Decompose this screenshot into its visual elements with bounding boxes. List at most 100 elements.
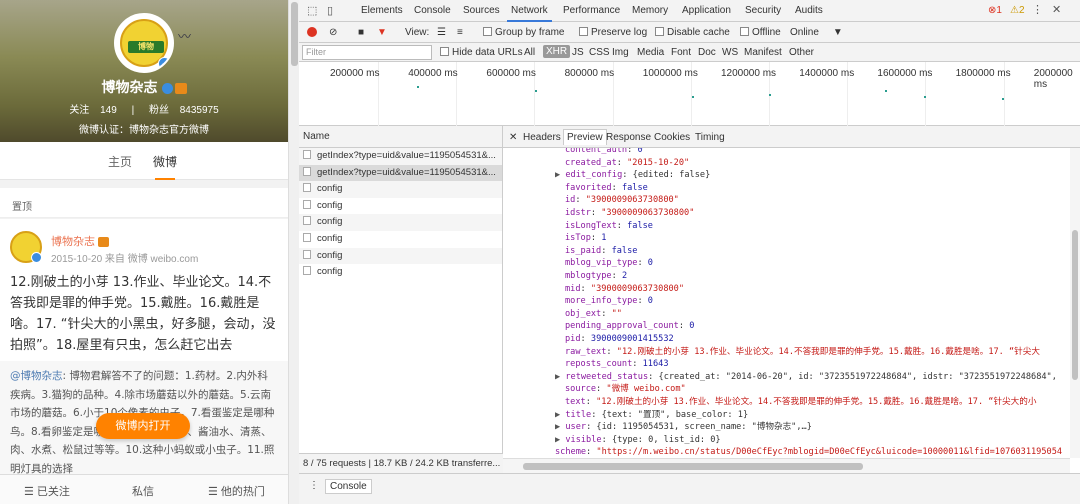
profile-avatar[interactable]: 博物 ✓ <box>114 13 174 73</box>
json-line[interactable]: obj_ext: "" <box>565 308 622 321</box>
tab-home[interactable]: 主页 <box>108 153 132 170</box>
clear-icon[interactable]: ⊘ <box>329 27 337 38</box>
json-line[interactable]: ▶ edit_config: {edited: false} <box>555 169 710 182</box>
tab-security[interactable]: Security <box>745 5 781 16</box>
filter-manifest[interactable]: Manifest <box>744 47 782 58</box>
json-line[interactable]: id: "3900009063730800" <box>565 194 679 207</box>
json-line[interactable]: scheme: "https://m.weibo.cn/status/D00eC… <box>555 446 1062 458</box>
json-line[interactable]: pid: 3900009001415532 <box>565 333 674 346</box>
filter-input[interactable]: Filter <box>302 45 432 60</box>
filter-img[interactable]: Img <box>612 47 629 58</box>
device-toolbar-icon[interactable]: ▯ <box>327 4 333 17</box>
more-options-icon[interactable]: ⋮ <box>1032 3 1043 16</box>
open-in-app-button[interactable]: 微博内打开 <box>96 413 190 439</box>
filter-other[interactable]: Other <box>789 47 814 58</box>
message-button[interactable]: 私信 <box>132 483 154 499</box>
expand-triangle-icon[interactable]: ▶ <box>555 372 565 382</box>
json-line[interactable]: more_info_type: 0 <box>565 295 653 308</box>
expand-triangle-icon[interactable]: ▶ <box>555 435 565 445</box>
preview-scrollbar[interactable] <box>1070 148 1080 458</box>
filter-xhr[interactable]: XHR <box>543 45 571 58</box>
tab-application[interactable]: Application <box>682 5 731 16</box>
throttling-select[interactable]: Online ▼ <box>790 27 843 38</box>
hot-button[interactable]: ☰ 他的热门 <box>208 483 265 499</box>
expand-triangle-icon[interactable]: ▶ <box>555 410 565 420</box>
tab-console[interactable]: Console <box>414 5 451 16</box>
post-avatar[interactable] <box>10 231 42 263</box>
tab-response[interactable]: Response <box>606 132 651 143</box>
json-line[interactable]: ▶ retweeted_status: {created_at: "2014-0… <box>555 371 1057 384</box>
close-detail-icon[interactable]: ✕ <box>509 132 517 143</box>
record-icon[interactable] <box>307 27 317 37</box>
filter-all[interactable]: All <box>524 47 535 58</box>
tab-preview[interactable]: Preview <box>563 129 607 145</box>
request-row[interactable]: config <box>299 231 502 248</box>
json-line[interactable]: ▶ user: {id: 1195054531, screen_name: "博… <box>555 421 812 434</box>
json-line[interactable]: pending_approval_count: 0 <box>565 320 694 333</box>
drawer-tab-console[interactable]: Console <box>325 479 372 494</box>
filter-js[interactable]: JS <box>572 47 584 58</box>
tab-audits[interactable]: Audits <box>795 5 823 16</box>
list-view-icon[interactable]: ☰ <box>437 27 446 38</box>
json-line[interactable]: raw_text: "12.刚破土的小芽 13.作业、毕业论文。14.不答我即是… <box>565 346 1040 359</box>
inspect-element-icon[interactable]: ⬚ <box>307 4 317 17</box>
scrollbar-thumb[interactable] <box>523 463 863 470</box>
scrollbar-thumb[interactable] <box>291 2 298 66</box>
json-line[interactable]: ▶ title: {text: "置顶", base_color: 1} <box>555 409 748 422</box>
filter-media[interactable]: Media <box>637 47 664 58</box>
page-scrollbar[interactable] <box>288 0 299 504</box>
json-line[interactable]: isTop: 1 <box>565 232 606 245</box>
request-row[interactable]: config <box>299 181 502 198</box>
pinned-post[interactable]: 博物杂志 2015-10-20 来自 微博 weibo.com 12.刚破土的小… <box>0 219 288 504</box>
json-line[interactable]: created_at: "2015-10-20" <box>565 157 689 170</box>
post-author-name[interactable]: 博物杂志 <box>51 236 95 248</box>
scrollbar-thumb[interactable] <box>1072 230 1078 380</box>
tab-elements[interactable]: Elements <box>361 5 403 16</box>
expand-triangle-icon[interactable]: ▶ <box>555 422 565 432</box>
following-count[interactable]: 149 <box>100 105 117 116</box>
tab-cookies[interactable]: Cookies <box>654 132 690 143</box>
tab-sources[interactable]: Sources <box>463 5 500 16</box>
hide-data-urls-checkbox[interactable]: Hide data URLs <box>440 47 523 58</box>
request-row[interactable]: getIndex?type=uid&value=1195054531&... <box>299 164 502 182</box>
request-row[interactable]: config <box>299 247 502 265</box>
filter-ws[interactable]: WS <box>722 47 738 58</box>
preserve-log-checkbox[interactable]: Preserve log <box>579 27 647 38</box>
json-line[interactable]: mblogtype: 2 <box>565 270 627 283</box>
request-row[interactable]: getIndex?type=uid&value=1195054531&... <box>299 148 502 165</box>
followed-button[interactable]: ☰ 已关注 <box>24 483 70 499</box>
json-line[interactable]: mblog_vip_type: 0 <box>565 257 653 270</box>
warning-count[interactable]: ⚠2 <box>1010 5 1025 16</box>
tab-timing[interactable]: Timing <box>695 132 725 143</box>
filter-font[interactable]: Font <box>671 47 691 58</box>
waterfall-view-icon[interactable]: ≡ <box>457 27 463 38</box>
tab-headers[interactable]: Headers <box>523 132 561 143</box>
offline-checkbox[interactable]: Offline <box>740 27 781 38</box>
json-preview[interactable]: content_auth: 0 created_at: "2015-10-20" ▶… <box>503 148 1070 458</box>
tab-memory[interactable]: Memory <box>632 5 668 16</box>
json-line[interactable]: idstr: "3900009063730800" <box>565 207 694 220</box>
expand-triangle-icon[interactable]: ▶ <box>555 170 565 180</box>
preview-horizontal-scrollbar[interactable] <box>503 458 1070 473</box>
json-line[interactable]: reposts_count: 11643 <box>565 358 669 371</box>
tab-weibo[interactable]: 微博 <box>153 153 177 180</box>
post-author[interactable]: 博物杂志 <box>51 233 109 249</box>
request-row[interactable]: config <box>299 264 502 281</box>
network-overview-timeline[interactable]: 200000 ms 400000 ms 600000 ms 800000 ms 1000… <box>299 62 1080 126</box>
name-column-header[interactable]: Name <box>299 126 502 148</box>
json-line[interactable]: content_auth: 0 <box>565 148 643 157</box>
repost-mention[interactable]: @博物杂志 <box>10 370 63 382</box>
followers-count[interactable]: 8435975 <box>180 105 219 116</box>
request-row[interactable]: config <box>299 198 502 215</box>
json-line[interactable]: text: "12.刚破土的小芽 13.作业、毕业论文。14.不答我即是罪的伸手… <box>565 396 1036 409</box>
drawer-menu-icon[interactable]: ⋮ <box>309 480 319 491</box>
json-line[interactable]: is_paid: false <box>565 245 637 258</box>
filter-doc[interactable]: Doc <box>698 47 716 58</box>
json-line[interactable]: favorited: false <box>565 182 648 195</box>
close-icon[interactable]: ✕ <box>1052 3 1061 16</box>
json-line[interactable]: isLongText: false <box>565 220 653 233</box>
disable-cache-checkbox[interactable]: Disable cache <box>655 27 730 38</box>
filter-icon[interactable]: ▼ <box>377 27 387 38</box>
request-row[interactable]: config <box>299 214 502 231</box>
tab-performance[interactable]: Performance <box>563 5 620 16</box>
